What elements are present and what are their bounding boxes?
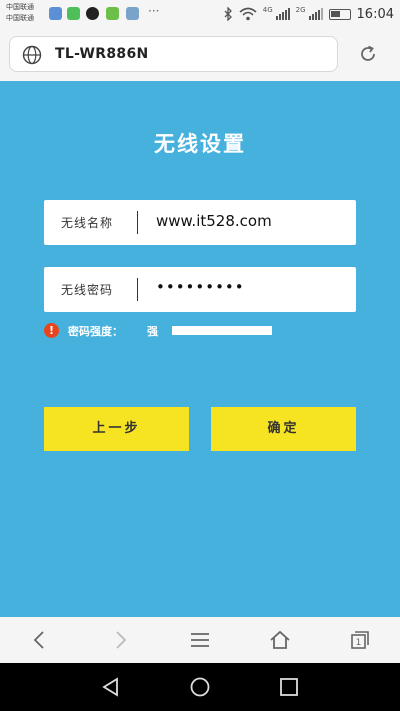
notification-app-icon xyxy=(49,7,62,20)
page-title: 无线设置 xyxy=(154,131,246,156)
forward-icon[interactable] xyxy=(109,629,131,651)
ssid-input[interactable]: www.it528.com xyxy=(156,212,272,230)
wifi-icon xyxy=(239,7,257,21)
ssid-label: 无线名称 xyxy=(61,216,114,230)
wechat-notification-icon xyxy=(67,7,80,20)
password-label: 无线密码 xyxy=(61,283,114,297)
refresh-icon[interactable] xyxy=(357,43,379,65)
status-bar: 中国联通 中国联通 ··· 4G 2G 16:04 xyxy=(0,0,400,28)
battery-icon xyxy=(328,8,351,20)
back-icon[interactable] xyxy=(29,629,51,651)
nav-recents-icon[interactable] xyxy=(278,676,300,698)
strength-label: 密码强度： xyxy=(68,325,123,338)
network-4g-label: 4G xyxy=(262,6,273,14)
browser-toolbar: 1 xyxy=(0,617,400,663)
android-nav-bar xyxy=(0,663,400,711)
password-input[interactable]: ••••••••• xyxy=(156,278,245,296)
tabs-icon[interactable]: 1 xyxy=(349,629,371,651)
url-text: TL-WR886N xyxy=(55,46,149,62)
carrier-label-2: 中国联通 xyxy=(6,14,34,22)
message-notification-icon xyxy=(106,7,119,20)
globe-icon xyxy=(22,45,42,65)
password-divider xyxy=(137,278,138,301)
status-icons: 4G 2G 16:04 xyxy=(223,5,394,23)
signal-4g-icon xyxy=(275,8,290,20)
more-notifications-icon: ··· xyxy=(148,4,160,18)
strength-bar xyxy=(172,326,272,335)
menu-icon[interactable] xyxy=(189,629,211,651)
bluetooth-icon xyxy=(224,7,232,21)
network-2g-label: 2G xyxy=(295,6,306,14)
confirm-button[interactable]: 确定 xyxy=(211,407,356,451)
image-notification-icon xyxy=(126,7,139,20)
carrier-label-1: 中国联通 xyxy=(6,3,34,11)
nav-home-icon[interactable] xyxy=(189,676,211,698)
clock: 16:04 xyxy=(356,6,394,22)
browser-address-area: TL-WR886N xyxy=(0,28,400,81)
password-field[interactable]: 无线密码 ••••••••• xyxy=(44,267,356,312)
address-bar[interactable]: TL-WR886N xyxy=(9,36,338,72)
qq-notification-icon xyxy=(86,7,99,20)
svg-text:1: 1 xyxy=(356,638,362,648)
strength-value: 强 xyxy=(147,325,158,338)
ssid-field[interactable]: 无线名称 www.it528.com xyxy=(44,200,356,245)
nav-back-icon[interactable] xyxy=(100,676,122,698)
wireless-settings-panel: 无线设置 无线名称 www.it528.com 无线密码 ••••••••• !… xyxy=(0,81,400,617)
warning-icon: ! xyxy=(44,323,59,338)
ssid-divider xyxy=(137,211,138,234)
home-icon[interactable] xyxy=(269,629,291,651)
signal-2g-icon xyxy=(308,8,323,20)
previous-step-button[interactable]: 上一步 xyxy=(44,407,189,451)
